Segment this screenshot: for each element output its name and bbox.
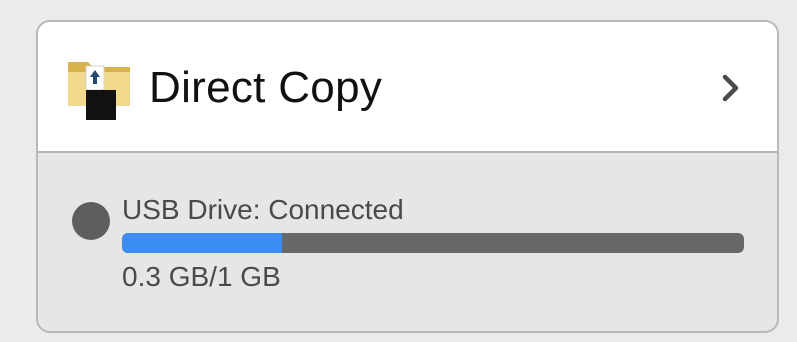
usb-status-label: USB Drive: Connected bbox=[122, 194, 404, 225]
status-dot-icon bbox=[72, 202, 110, 240]
direct-copy-card[interactable]: Direct Copy USB Drive: Connected 0.3 GB/… bbox=[36, 20, 779, 333]
direct-copy-header[interactable]: Direct Copy bbox=[38, 22, 777, 153]
storage-progress-fill bbox=[122, 233, 283, 253]
page-title: Direct Copy bbox=[149, 63, 383, 112]
storage-usage-text: 0.3 GB/1 GB bbox=[122, 261, 281, 292]
storage-progress-bar bbox=[122, 233, 744, 253]
usb-folder-icon bbox=[68, 62, 130, 120]
usb-status-area: USB Drive: Connected 0.3 GB/1 GB bbox=[38, 153, 777, 331]
chevron-right-icon[interactable] bbox=[721, 72, 741, 104]
